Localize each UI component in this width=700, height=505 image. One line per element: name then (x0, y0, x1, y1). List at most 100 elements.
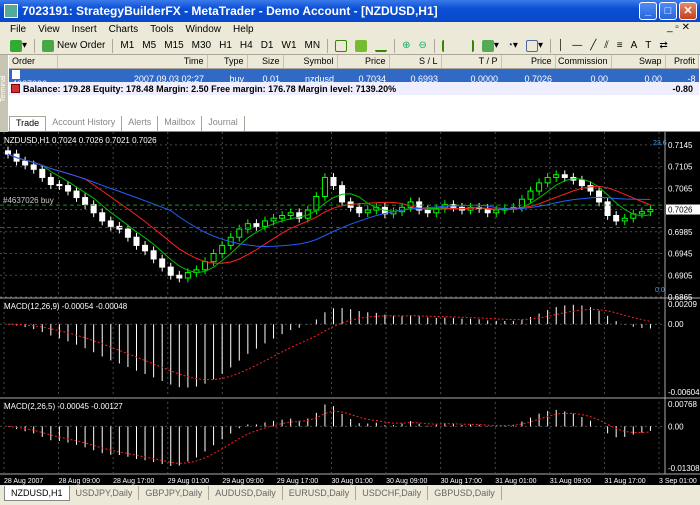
chart-title: NZDUSD,H1 0.7024 0.7026 0.7021 0.7026 (4, 136, 157, 145)
balance-icon (11, 84, 20, 93)
zoom-in-button[interactable]: ⊕ (398, 38, 414, 54)
balance-text: Balance: 179.28 Equity: 178.48 Margin: 2… (23, 83, 397, 94)
tf-h4[interactable]: H4 (236, 38, 257, 54)
macd2-axis-label: 0.00768 (668, 400, 697, 409)
price-chart[interactable]: 0.7145 0.7105 0.7065 0.7026 0.6985 0.6945 0.69… (0, 132, 700, 485)
bar-chart-button[interactable] (331, 38, 351, 54)
minimize-button[interactable]: _ (639, 2, 657, 20)
horizontal-line-button[interactable]: — (568, 38, 586, 54)
candle-body (313, 195, 320, 211)
chart-canvas[interactable]: 0.7145 0.7105 0.7065 0.7026 0.6985 0.6945 0.69… (0, 132, 700, 485)
new-order-button[interactable]: New Order (38, 38, 109, 54)
col-type[interactable]: Type (207, 55, 248, 69)
tab-journal[interactable]: Journal (202, 116, 245, 131)
trendline-button[interactable]: ╱ (586, 38, 600, 54)
menu-insert[interactable]: Insert (66, 24, 103, 35)
menu-window[interactable]: Window (179, 24, 227, 35)
zoom-out-button[interactable]: ⊖ (414, 38, 430, 54)
candle-body (73, 190, 80, 199)
menu-view[interactable]: View (32, 24, 66, 35)
indicators-icon (481, 39, 494, 52)
macd2-signal-line (7, 410, 651, 464)
tab-mailbox[interactable]: Mailbox (158, 116, 203, 131)
col-size[interactable]: Size (247, 55, 284, 69)
candle-chart-button[interactable] (351, 38, 371, 54)
tab-usdjpy-daily[interactable]: USDJPY,Daily (70, 486, 140, 500)
candle-body (202, 261, 209, 271)
candle-body (64, 185, 71, 192)
candle-body (47, 176, 54, 186)
tab-gbpusd-daily[interactable]: GBPUSD,Daily (428, 486, 502, 500)
candle-body (270, 217, 277, 222)
orders-header-row: Order Time Type Size Symbol Price S / L … (9, 55, 699, 69)
col-sl[interactable]: S / L (389, 55, 442, 69)
price-axis-label: 0.6945 (668, 250, 693, 259)
candle-body (621, 217, 628, 222)
tf-mn[interactable]: MN (301, 38, 325, 54)
maximize-button[interactable]: □ (659, 2, 677, 20)
periods-button[interactable]: ◔ ▾ (503, 38, 522, 54)
tab-account-history[interactable]: Account History (46, 116, 123, 131)
time-axis-label: 31 Aug 09:00 (550, 478, 591, 485)
order-label: #4637026 buy (3, 196, 54, 205)
channel-button[interactable]: ⫽ (600, 38, 612, 54)
col-symbol[interactable]: Symbol (283, 55, 338, 69)
time-axis-label: 30 Aug 09:00 (386, 478, 427, 485)
tab-usdchf-daily[interactable]: USDCHF,Daily (356, 486, 429, 500)
candle-body (219, 244, 226, 255)
chart-shift-button[interactable] (438, 38, 458, 54)
col-swap[interactable]: Swap (611, 55, 666, 69)
new-chart-button[interactable]: ▾ (6, 38, 31, 54)
time-axis-label: 28 Aug 09:00 (59, 478, 100, 485)
col-time[interactable]: Time (57, 55, 208, 69)
tab-audusd-daily[interactable]: AUDUSD,Daily (209, 486, 283, 500)
line-chart-button[interactable] (371, 38, 391, 54)
indicators-button[interactable]: ▾ (478, 38, 503, 54)
fibonacci-button[interactable]: ≡ (613, 38, 627, 54)
cursor-button[interactable]: │ (554, 38, 568, 54)
col-tp[interactable]: T / P (441, 55, 502, 69)
col-commission[interactable]: Commission (555, 55, 612, 69)
child-window-controls[interactable]: _ ▫ ✕ (661, 22, 696, 33)
arrows-button[interactable]: ⇄ (655, 38, 671, 54)
tf-w1[interactable]: W1 (278, 38, 301, 54)
col-order[interactable]: Order (9, 55, 58, 69)
fib-level-label: 0.0 (655, 287, 665, 294)
menu-charts[interactable]: Charts (103, 24, 144, 35)
tab-alerts[interactable]: Alerts (122, 116, 159, 131)
menu-help[interactable]: Help (227, 24, 260, 35)
menu-tools[interactable]: Tools (144, 24, 179, 35)
tf-m5[interactable]: M5 (138, 38, 160, 54)
macd1-label: MACD(12,26,9) -0.00054 -0.00048 (4, 302, 128, 311)
tf-d1[interactable]: D1 (257, 38, 278, 54)
macd1-axis-label: 0.00209 (668, 300, 697, 309)
zoom-out-icon: ⊖ (418, 40, 427, 51)
chart-shift-icon (441, 39, 454, 52)
templates-button[interactable]: ▾ (522, 38, 547, 54)
macd2-axis-label: 0.00 (668, 422, 684, 431)
clock-icon: ◔ (506, 40, 513, 51)
balance-row: Balance: 179.28 Equity: 178.48 Margin: 2… (9, 82, 699, 95)
col-price[interactable]: Price (337, 55, 390, 69)
menu-file[interactable]: File (4, 24, 32, 35)
tab-gbpjpy-daily[interactable]: GBPJPY,Daily (139, 486, 210, 500)
tab-eurusd-daily[interactable]: EURUSD,Daily (283, 486, 357, 500)
tf-h1[interactable]: H1 (215, 38, 236, 54)
tf-m1[interactable]: M1 (116, 38, 138, 54)
candle-body (210, 253, 217, 263)
tf-m15[interactable]: M15 (160, 38, 187, 54)
trendline-icon: ╱ (590, 40, 597, 51)
terminal-panel: ✕ Terminal Order Time Type Size Symbol P… (0, 55, 700, 132)
autoscroll-button[interactable] (458, 38, 478, 54)
vertical-line-icon: │ (557, 40, 565, 51)
text-button[interactable]: A (627, 38, 642, 54)
time-axis-label: 31 Aug 17:00 (604, 478, 645, 485)
col-profit[interactable]: Profit (665, 55, 699, 69)
tf-m30[interactable]: M30 (188, 38, 215, 54)
col-current-price[interactable]: Price (501, 55, 556, 69)
tab-trade[interactable]: Trade (9, 116, 47, 131)
label-button[interactable]: T (641, 38, 655, 54)
tab-nzdusd-h1[interactable]: NZDUSD,H1 (4, 486, 70, 501)
total-profit: -0.80 (672, 83, 693, 94)
close-button[interactable]: ✕ (679, 2, 697, 20)
